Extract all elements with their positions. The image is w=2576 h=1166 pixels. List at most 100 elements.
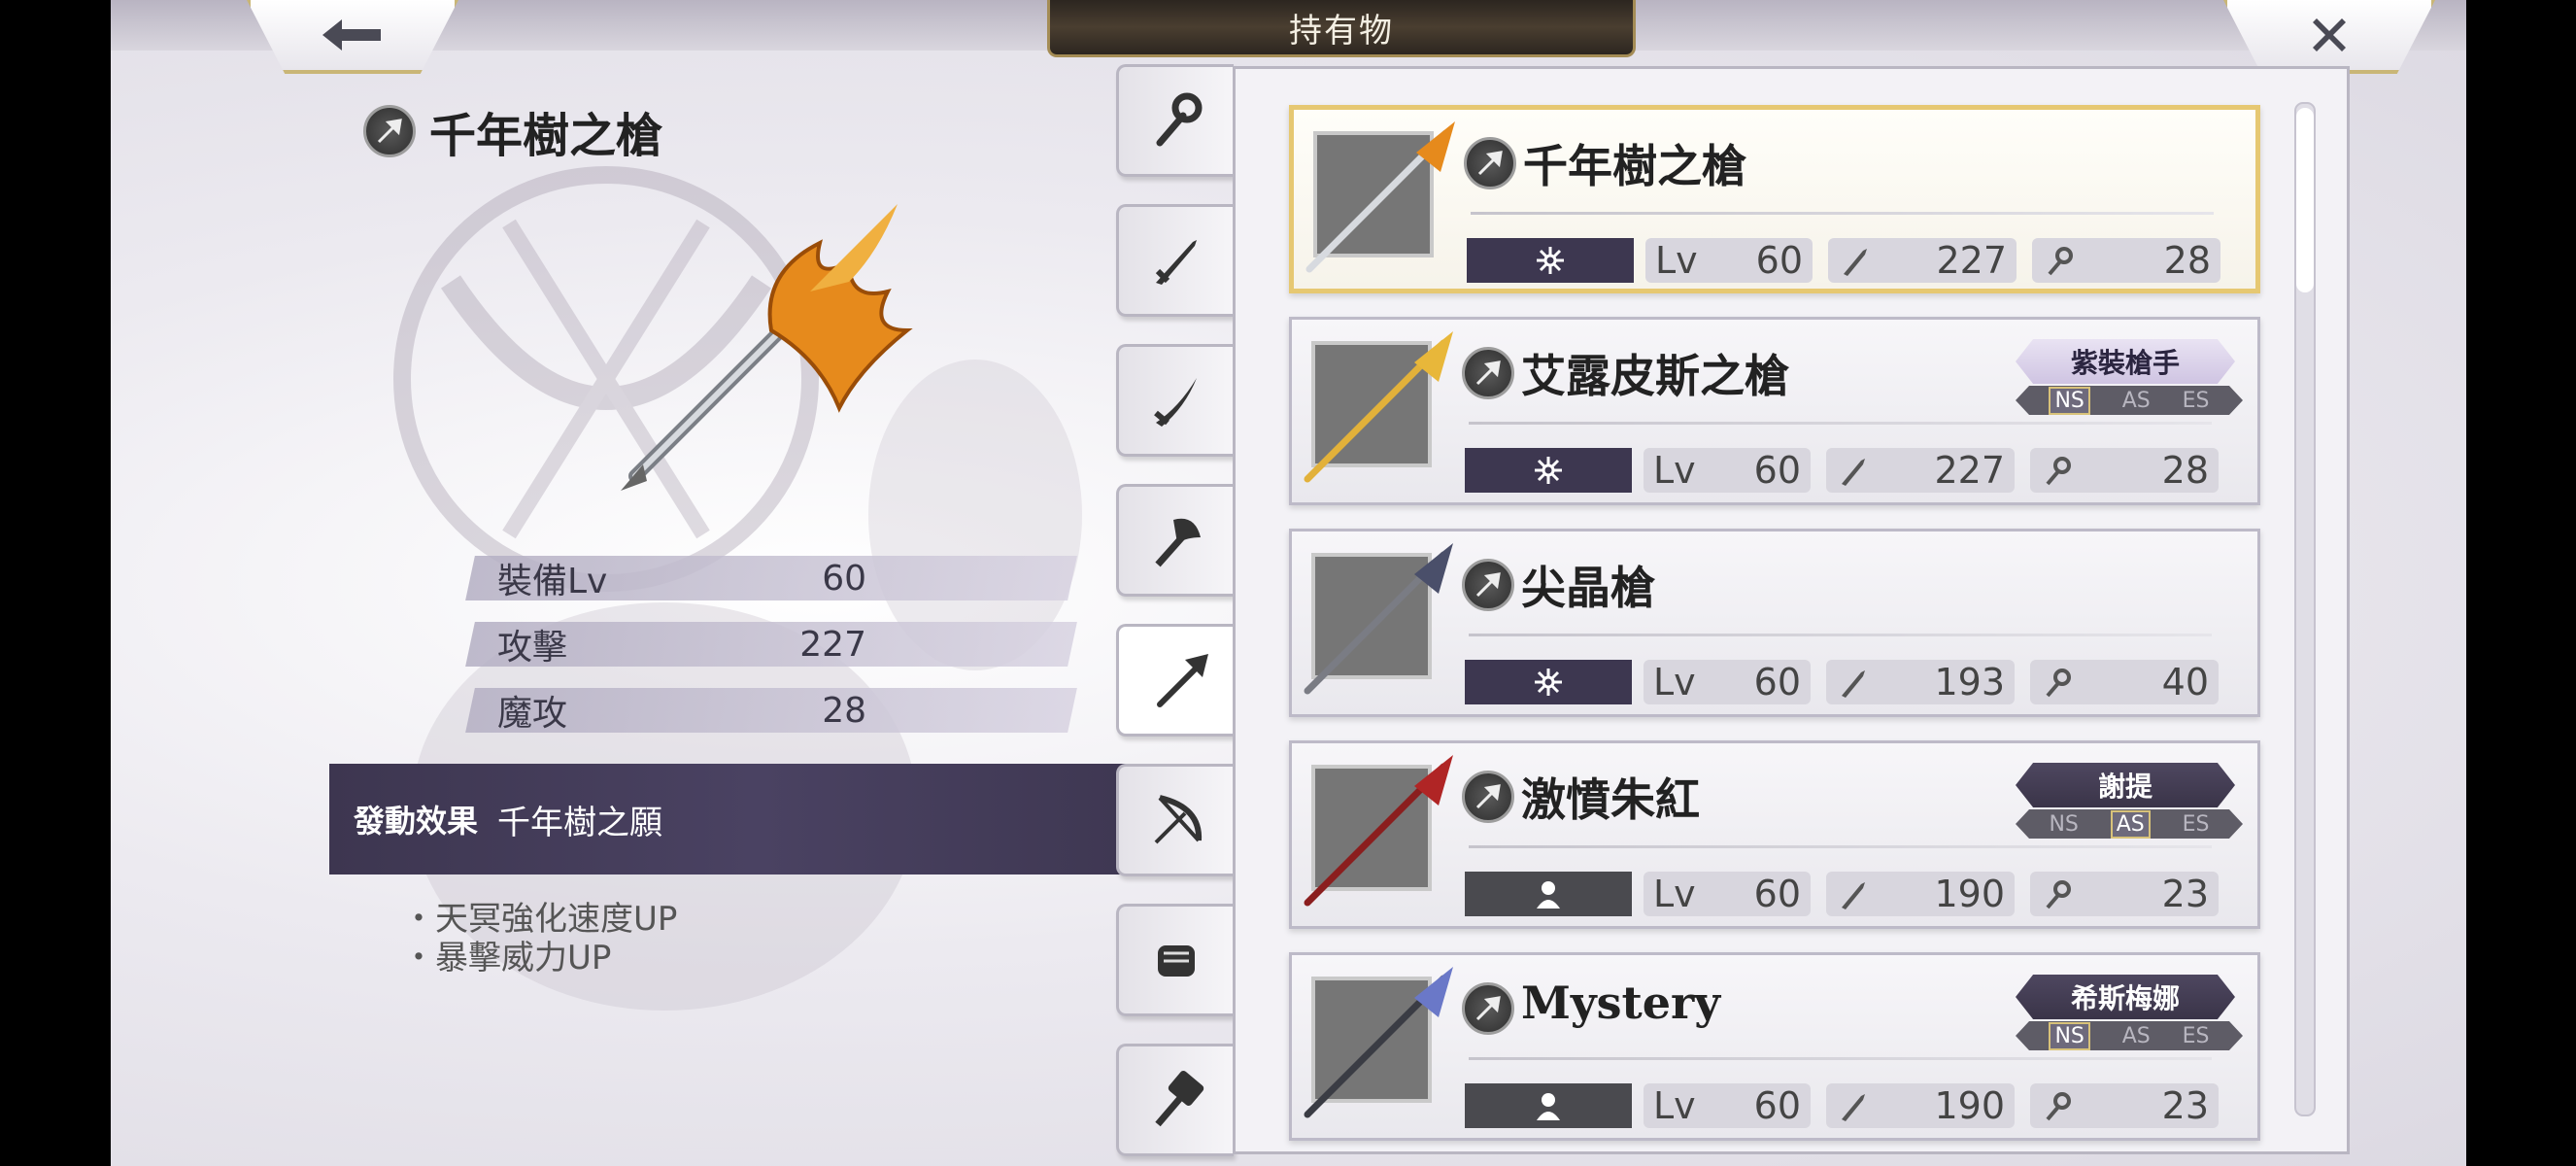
tab-hammer[interactable]: [1116, 1044, 1234, 1156]
screen-title: 持有物: [1047, 0, 1636, 57]
level-pill: Lv 60: [1644, 448, 1811, 493]
back-arrow-icon: [322, 19, 381, 51]
element-box: [1465, 1083, 1632, 1128]
weapon-image: [1305, 121, 1455, 273]
staff-icon: [2046, 457, 2071, 486]
item-name: Mystery: [1521, 977, 1721, 1029]
sword-icon: [1842, 459, 1865, 486]
mode-label: AS: [2121, 1023, 2151, 1048]
item-card[interactable]: Mystery 希斯梅娜 NS AS ES Lv 60 190 23: [1289, 952, 2260, 1141]
weapon-image: [621, 204, 913, 491]
spear-type-icon: [1462, 347, 1514, 399]
close-button[interactable]: [2223, 0, 2435, 74]
magic-attack-value: 23: [2161, 1084, 2209, 1127]
magic-attack-pill: 28: [2030, 448, 2219, 493]
element-box: [1465, 660, 1632, 704]
katana-icon: [1154, 378, 1197, 427]
stat-value: 60: [822, 558, 866, 599]
divider: [1469, 845, 2212, 848]
mode-strip: NS AS ES: [2016, 1021, 2243, 1050]
magic-attack-pill: 28: [2032, 238, 2220, 283]
attack-pill: 190: [1826, 1083, 2015, 1128]
back-button[interactable]: [247, 0, 458, 74]
spear-type-icon: [363, 105, 416, 157]
close-icon: [2313, 18, 2346, 51]
staff-icon: [2046, 1092, 2071, 1121]
item-card[interactable]: 尖晶槍 Lv 60 193 40: [1289, 529, 2260, 717]
item-card[interactable]: 千年樹之槍 Lv 60 227 28: [1289, 105, 2260, 293]
stat-row-level: 裝備Lv 60: [465, 556, 1077, 601]
mode-label: ES: [2182, 1023, 2210, 1048]
weapon-image: [1304, 755, 1453, 907]
scroll-thumb[interactable]: [2296, 108, 2314, 292]
item-card[interactable]: 激憤朱紅 謝提 NS AS ES Lv 60 190 23: [1289, 740, 2260, 929]
spear-type-icon: [1462, 771, 1514, 823]
weapon-image: [1304, 967, 1453, 1118]
tab-staff[interactable]: [1116, 64, 1234, 177]
mode-label: NS: [2049, 386, 2090, 415]
level-value: 60: [1755, 239, 1803, 282]
list-scrollbar[interactable]: [2294, 102, 2316, 1116]
magic-attack-value: 23: [2161, 873, 2209, 915]
item-name: 艾露皮斯之槍: [1521, 350, 1789, 402]
staff-icon: [1156, 92, 1203, 147]
divider: [1469, 422, 2212, 425]
level-label: Lv: [1653, 1084, 1696, 1127]
attack-value: 190: [1934, 873, 2005, 915]
effect-item: ・暴擊威力UP: [402, 939, 612, 977]
level-pill: Lv 60: [1644, 1083, 1811, 1128]
tab-katana[interactable]: [1116, 344, 1234, 457]
tab-fist[interactable]: [1116, 904, 1234, 1016]
tab-bow[interactable]: [1116, 764, 1234, 876]
level-label: Lv: [1653, 661, 1696, 703]
sword-icon: [1842, 1094, 1865, 1121]
level-value: 60: [1753, 661, 1801, 703]
person-icon: [1537, 1093, 1560, 1120]
stat-row-magic-attack: 魔攻 28: [465, 688, 1077, 734]
weapon-image: [1304, 543, 1453, 695]
tab-sword[interactable]: [1116, 204, 1234, 317]
effect-bar: 發動效果 千年樹之願: [329, 764, 1184, 874]
effect-name: 千年樹之願: [497, 803, 663, 842]
stat-row-attack: 攻擊 227: [465, 622, 1077, 668]
mode-label: ES: [2182, 388, 2210, 413]
light-element-icon: [1537, 247, 1564, 274]
level-pill: Lv 60: [1644, 660, 1811, 704]
staff-icon: [2046, 880, 2071, 909]
item-name: 尖晶槍: [1521, 562, 1655, 614]
item-card[interactable]: 艾露皮斯之槍 紫裝槍手 NS AS ES Lv 60 227 28: [1289, 317, 2260, 505]
level-pill: Lv 60: [1644, 872, 1811, 916]
element-box: [1465, 448, 1632, 493]
level-value: 60: [1753, 449, 1801, 492]
attack-value: 190: [1934, 1084, 2005, 1127]
tab-axe[interactable]: [1116, 484, 1234, 597]
stat-label: 魔攻: [497, 694, 568, 734]
detail-weapon-name: 千年樹之槍: [429, 109, 663, 163]
stat-value: 28: [822, 690, 866, 731]
element-box: [1467, 238, 1634, 283]
level-label: Lv: [1653, 449, 1696, 492]
attack-value: 227: [1936, 239, 2007, 282]
sword-icon: [1842, 882, 1865, 909]
attack-pill: 227: [1826, 448, 2015, 493]
attack-value: 193: [1934, 661, 2005, 703]
character-badge: 希斯梅娜: [2016, 975, 2235, 1019]
attack-value: 227: [1934, 449, 2005, 492]
inventory-screen: 持有物 千年樹之槍 裝備Lv 60 攻擊 227 魔攻 28 發動效果 千年樹之…: [111, 0, 2466, 1166]
level-pill: Lv 60: [1645, 238, 1813, 283]
hammer-icon: [1155, 1071, 1204, 1127]
mode-label: ES: [2182, 811, 2210, 837]
effect-key: 發動效果: [354, 803, 479, 840]
item-name: 千年樹之槍: [1523, 140, 1746, 192]
light-element-icon: [1535, 457, 1562, 484]
tab-spear[interactable]: [1116, 624, 1245, 737]
spear-type-icon: [1462, 559, 1514, 611]
mode-label: NS: [2049, 1021, 2090, 1050]
element-box: [1465, 872, 1632, 916]
character-badge: 紫裝槍手: [2016, 339, 2235, 384]
magic-attack-pill: 23: [2030, 1083, 2219, 1128]
weapon-image: [1304, 331, 1453, 483]
divider: [1469, 634, 2212, 636]
stat-label: 攻擊: [497, 628, 568, 668]
level-label: Lv: [1653, 873, 1696, 915]
